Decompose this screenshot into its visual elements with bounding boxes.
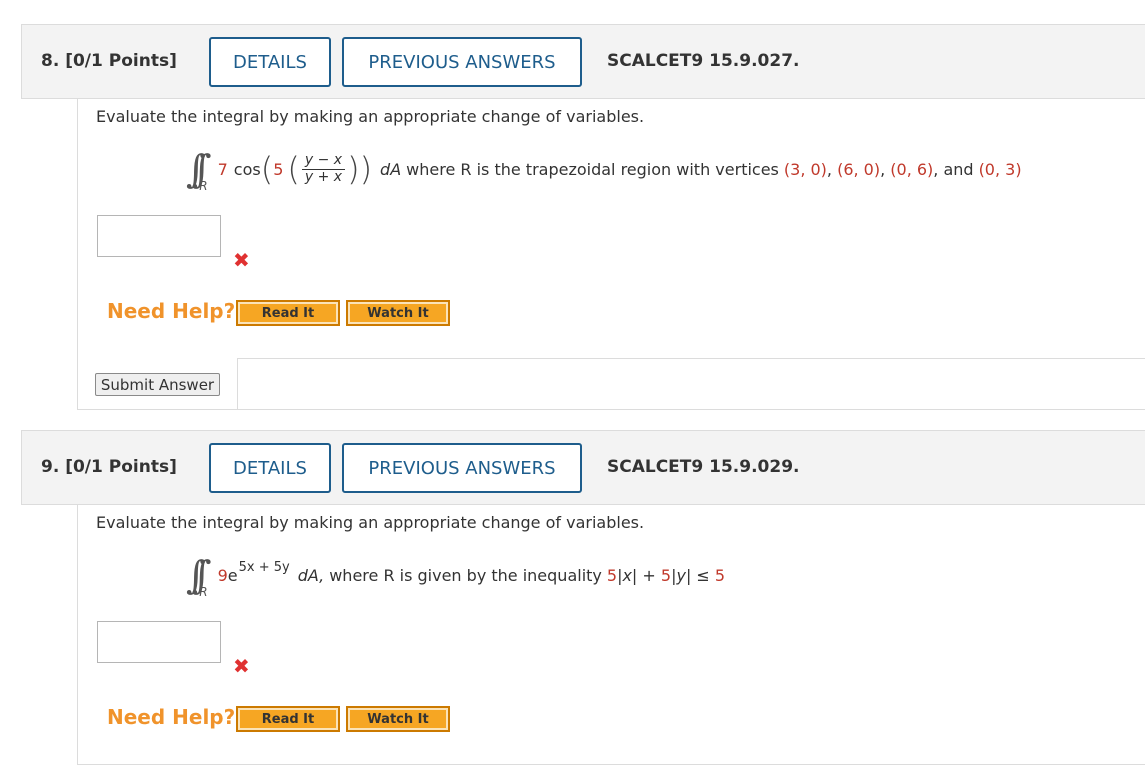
submit-answer-button[interactable]: Submit Answer xyxy=(95,373,220,396)
question-prompt: Evaluate the integral by making an appro… xyxy=(96,513,645,532)
fraction: y − x y + x xyxy=(301,152,346,185)
problem-code: SCALCET9 15.9.029. xyxy=(607,457,800,477)
watch-it-label: Watch It xyxy=(367,305,429,321)
region-description: where R is given by the inequality xyxy=(329,565,602,585)
and-text: and xyxy=(943,159,974,179)
read-it-label: Read It xyxy=(261,305,315,321)
previous-answers-button[interactable]: PREVIOUS ANSWERS xyxy=(342,443,582,493)
vertex-4: (0, 3) xyxy=(978,159,1022,179)
watch-it-button[interactable]: Watch It xyxy=(346,300,450,326)
differential: dA, xyxy=(297,565,325,585)
question-9-body: Evaluate the integral by making an appro… xyxy=(77,504,1145,765)
problem-code: SCALCET9 15.9.027. xyxy=(607,51,800,71)
x-icon: ✖ xyxy=(233,654,250,678)
double-integral-symbol: ∫∫ R xyxy=(186,553,211,599)
inner-coefficient: 5 xyxy=(273,159,284,179)
inequality-coef-a: 5 xyxy=(606,565,618,585)
fraction-numerator: y − x xyxy=(301,152,346,170)
watch-it-button[interactable]: Watch It xyxy=(346,706,450,732)
read-it-label: Read It xyxy=(261,711,315,727)
watch-it-label: Watch It xyxy=(367,711,429,727)
vertex-1: (3, 0) xyxy=(783,159,827,179)
cos-function: cos xyxy=(233,159,261,179)
previous-answers-label: PREVIOUS ANSWERS xyxy=(368,51,556,73)
region-subscript: R xyxy=(199,585,208,599)
region-description: where R is the trapezoidal region with v… xyxy=(406,159,779,179)
inequality-coef-b: 5 xyxy=(660,565,672,585)
fraction-denominator: y + x xyxy=(304,168,343,185)
exponential-base: e xyxy=(227,565,238,585)
differential: dA xyxy=(380,159,402,179)
details-label: DETAILS xyxy=(233,457,307,479)
integral-expression: ∫∫ R 7 cos ( 5 ( y − x y + x )) dA where … xyxy=(186,147,1022,193)
region-subscript: R xyxy=(199,179,208,193)
need-help-label: Need Help? xyxy=(107,705,236,729)
answer-input[interactable] xyxy=(97,621,221,663)
need-help-label: Need Help? xyxy=(107,299,236,323)
submit-answer-label: Submit Answer xyxy=(100,375,215,394)
integral-expression: ∫∫ R 9 e 5x + 5y dA, where R is given by … xyxy=(186,553,726,599)
integrand-coefficient: 7 xyxy=(217,159,228,179)
question-9-header: 9. [0/1 Points] DETAILS PREVIOUS ANSWERS… xyxy=(21,430,1145,505)
question-8-header: 8. [0/1 Points] DETAILS PREVIOUS ANSWERS… xyxy=(21,24,1145,99)
integrand-coefficient: 9 xyxy=(217,565,228,585)
details-button[interactable]: DETAILS xyxy=(209,37,331,87)
details-button[interactable]: DETAILS xyxy=(209,443,331,493)
divider xyxy=(237,358,238,410)
details-label: DETAILS xyxy=(233,51,307,73)
previous-answers-button[interactable]: PREVIOUS ANSWERS xyxy=(342,37,582,87)
divider xyxy=(237,358,1145,359)
double-integral-symbol: ∫∫ R xyxy=(186,147,211,193)
vertex-2: (6, 0) xyxy=(837,159,881,179)
answer-input[interactable] xyxy=(97,215,221,257)
inequality-rhs: 5 xyxy=(714,565,726,585)
question-number: 9. [0/1 Points] xyxy=(41,457,177,477)
previous-answers-label: PREVIOUS ANSWERS xyxy=(368,457,556,479)
vertex-3: (0, 6) xyxy=(890,159,934,179)
read-it-button[interactable]: Read It xyxy=(236,706,340,732)
question-number: 8. [0/1 Points] xyxy=(41,51,177,71)
question-prompt: Evaluate the integral by making an appro… xyxy=(96,107,645,126)
read-it-button[interactable]: Read It xyxy=(236,300,340,326)
x-icon: ✖ xyxy=(233,248,250,272)
exponent: 5x + 5y xyxy=(238,559,290,575)
